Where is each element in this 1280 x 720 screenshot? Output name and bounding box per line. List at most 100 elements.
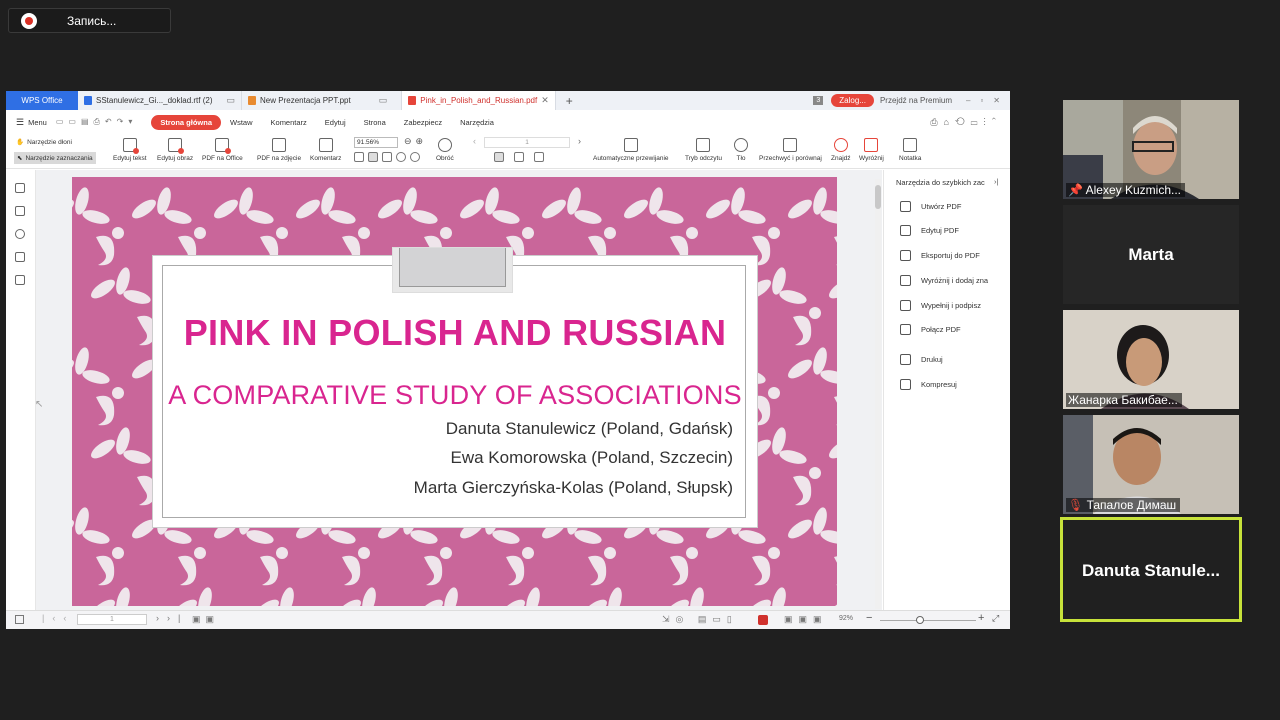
vertical-scrollbar[interactable] — [875, 179, 881, 609]
premium-link[interactable]: Przejdź na Premium — [880, 96, 952, 105]
rotate-right-icon[interactable] — [410, 152, 420, 162]
signature-icon[interactable] — [15, 252, 25, 262]
page-input[interactable]: 1 — [484, 137, 570, 148]
find-button[interactable]: Znajdź — [831, 138, 851, 162]
rotate-button[interactable]: Obróć — [436, 138, 454, 162]
tab-bar: WPS Office SStanulewicz_Gi..._doklad.rtf… — [6, 91, 1010, 110]
thumbnails-icon[interactable] — [15, 206, 25, 216]
two-page-layout-icon[interactable] — [514, 152, 524, 162]
bookmark-icon[interactable] — [15, 183, 25, 193]
tab-count-badge[interactable]: 3 — [813, 96, 824, 105]
zoom-slider[interactable] — [880, 620, 976, 621]
status-page-input[interactable]: 1 — [77, 614, 147, 625]
zoom-slider-handle[interactable] — [916, 616, 924, 624]
fit-page-icon[interactable] — [354, 152, 364, 162]
pdf-to-office-button[interactable]: PDF na Office — [202, 138, 243, 162]
fit-icons[interactable]: ▣▣▣ — [784, 614, 828, 625]
participant-tile-4[interactable]: 🎙 Тапалов Димаш — [1063, 415, 1239, 514]
compress-item[interactable]: Kompresuj — [900, 379, 957, 390]
next-page-icon[interactable]: › — [578, 136, 581, 146]
comment-button[interactable]: Komentarz — [310, 138, 341, 162]
recording-label: Запись... — [67, 13, 117, 28]
document-area[interactable]: PINK IN POLISH AND RUSSIAN A COMPARATIVE… — [36, 170, 882, 610]
edit-pdf-item[interactable]: Edytuj PDF — [900, 225, 959, 236]
single-page-icon[interactable] — [382, 152, 392, 162]
play-icon[interactable] — [758, 615, 768, 625]
collapse-panel-icon[interactable]: ›| — [994, 177, 998, 186]
status-bar: |‹‹ 1 ››| ▣▣ ⇲◎ ▤▭▯ ▣▣▣ 92% − + ⤢ — [6, 610, 1010, 629]
page-action-icons[interactable]: ▣▣ — [192, 614, 219, 625]
view-mode-icons[interactable] — [354, 152, 420, 162]
edit-pdf-icon — [900, 225, 911, 236]
recording-indicator[interactable]: Запись... — [8, 8, 171, 33]
page-layout-icons[interactable] — [494, 152, 544, 162]
zoom-input[interactable]: 91.56% — [354, 137, 398, 148]
menu-item-insert[interactable]: Wstaw — [221, 118, 262, 127]
login-button[interactable]: Zalog... — [831, 94, 874, 107]
select-tool[interactable]: ⬉ Narzędzie zaznaczania — [14, 152, 96, 164]
zoom-out-icon[interactable]: − — [866, 612, 872, 624]
doc-tab-rtf[interactable]: SStanulewicz_Gi..._doklad.rtf (2) ▭ — [78, 91, 243, 110]
wps-brand[interactable]: WPS Office — [6, 91, 78, 110]
next-last-icons[interactable]: ››| — [156, 613, 188, 623]
read-mode-button[interactable]: Tryb odczytu — [685, 138, 722, 162]
fullscreen-icon[interactable]: ⤢ — [992, 613, 999, 624]
participant-tile-1[interactable]: 📌 Alexey Kuzmich... — [1063, 100, 1239, 199]
quick-access-icons[interactable]: ▭▭▤⎙↶↷▾ — [56, 117, 138, 127]
edit-image-button[interactable]: Edytuj obraz — [157, 138, 193, 162]
status-tool-icons[interactable]: ⇲◎ ▤▭▯ — [662, 614, 738, 625]
hand-tool[interactable]: ✋ Narzędzie dłoni — [16, 138, 72, 147]
export-pdf-icon — [900, 250, 911, 261]
screen-icon: ▭ — [226, 95, 236, 105]
continuous-layout-icon[interactable] — [534, 152, 544, 162]
first-prev-icons[interactable]: |‹‹ — [42, 613, 74, 623]
attachment-icon[interactable] — [15, 229, 25, 239]
capture-compare-button[interactable]: Przechwyć i porównaj — [759, 138, 822, 162]
zoom-icons[interactable]: ⊖⊕ — [404, 136, 427, 147]
single-page-layout-icon[interactable] — [494, 152, 504, 162]
menu-item-page[interactable]: Strona — [355, 118, 395, 127]
menu-item-home[interactable]: Strona główna — [151, 114, 222, 130]
new-tab-button[interactable]: + — [556, 94, 583, 108]
rotate-icon — [437, 138, 452, 152]
menu-button[interactable]: Menu — [24, 118, 56, 127]
participant-tile-5-active-speaker[interactable]: Danuta Stanule... — [1060, 517, 1242, 622]
status-zoom[interactable]: 92% — [839, 615, 853, 622]
participant-tile-2[interactable]: Marta — [1063, 205, 1239, 304]
close-tab-icon[interactable]: ✕ — [541, 95, 549, 106]
capture-icon — [783, 138, 798, 152]
pdf-to-image-button[interactable]: PDF na zdjęcie — [257, 138, 301, 162]
prev-page-icon[interactable]: ‹ — [473, 136, 476, 146]
doc-tab-pdf[interactable]: Pink_in_Polish_and_Russian.pdf ✕ — [402, 91, 556, 110]
doc-tab-ppt[interactable]: New Prezentacja PPT.ppt ▭ — [242, 91, 403, 110]
participant-name: Жанарка Бакибае... — [1066, 393, 1182, 407]
form-icon[interactable] — [15, 275, 25, 285]
word-file-icon — [84, 96, 92, 105]
menu-item-tools[interactable]: Narzędzia — [451, 118, 503, 127]
merge-pdf-item[interactable]: Połącz PDF — [900, 324, 961, 335]
fit-width-icon[interactable] — [368, 152, 378, 162]
sidebar-toggle-icon[interactable] — [15, 615, 24, 624]
export-pdf-item[interactable]: Eksportuj do PDF — [900, 250, 980, 261]
hamburger-icon[interactable]: ☰ — [16, 117, 24, 128]
create-pdf-item[interactable]: Utwórz PDF — [900, 201, 961, 212]
panel-title: Narzędzia do szybkich zac — [896, 178, 985, 187]
background-button[interactable]: Tło — [734, 138, 748, 162]
highlight-button[interactable]: Wyróżnij — [859, 138, 884, 162]
highlight-annotate-item[interactable]: Wyróżnij i dodaj zna — [900, 275, 988, 286]
fill-sign-item[interactable]: Wypełnij i podpisz — [900, 300, 981, 311]
rotate-left-icon[interactable] — [396, 152, 406, 162]
print-item[interactable]: Drukuj — [900, 354, 943, 365]
auto-scroll-button[interactable]: Automatyczne przewijanie — [593, 138, 669, 162]
quick-tools-panel: Narzędzia do szybkich zac ›| Utwórz PDF … — [883, 170, 1010, 610]
edit-text-button[interactable]: Edytuj tekst — [113, 138, 147, 162]
menu-item-protect[interactable]: Zabezpiecz — [395, 118, 451, 127]
highlight-annotate-icon — [900, 275, 911, 286]
participant-tile-3[interactable]: Жанарка Бакибае... — [1063, 310, 1239, 409]
window-controls[interactable]: –▫✕ — [966, 96, 1010, 105]
note-button[interactable]: Notatka — [899, 138, 921, 162]
zoom-in-icon[interactable]: + — [978, 612, 984, 624]
share-icons[interactable]: ⎙⌂⟲▭⋮⌃ — [930, 117, 1002, 128]
menu-item-edit[interactable]: Edytuj — [316, 118, 355, 127]
menu-item-comment[interactable]: Komentarz — [262, 118, 316, 127]
